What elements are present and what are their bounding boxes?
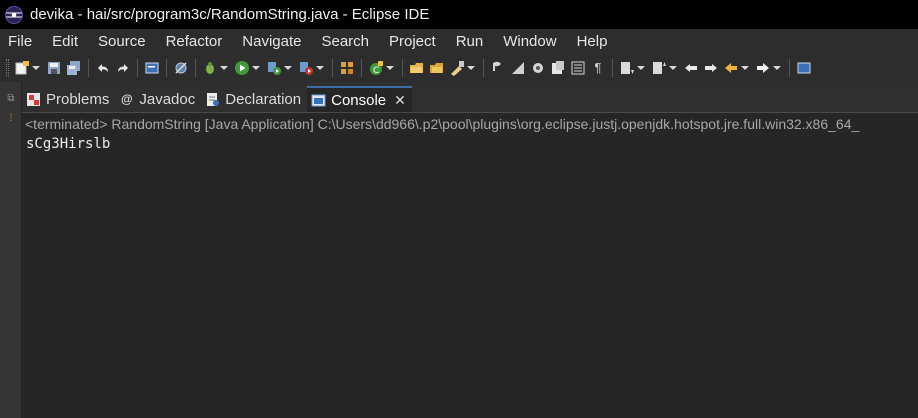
menu-edit[interactable]: Edit bbox=[44, 29, 90, 54]
coverage-dropdown[interactable] bbox=[284, 60, 292, 76]
toggle-mark-occurrences-icon[interactable] bbox=[550, 60, 566, 76]
problems-icon bbox=[26, 92, 41, 107]
new-java-package-icon[interactable] bbox=[339, 60, 355, 76]
last-edit-icon[interactable] bbox=[683, 60, 699, 76]
back-dropdown[interactable] bbox=[741, 60, 749, 76]
save-all-icon[interactable] bbox=[66, 60, 82, 76]
search-dropdown[interactable] bbox=[467, 60, 475, 76]
toolbar-separator bbox=[361, 59, 362, 77]
menu-refactor[interactable]: Refactor bbox=[158, 29, 235, 54]
next-annotation-dropdown[interactable] bbox=[637, 60, 645, 76]
toolbar-separator bbox=[483, 59, 484, 77]
close-icon[interactable]: ✕ bbox=[394, 92, 406, 109]
title-bar: devika - hai/src/program3c/RandomString.… bbox=[0, 0, 918, 29]
menu-project[interactable]: Project bbox=[381, 29, 448, 54]
menu-help[interactable]: Help bbox=[569, 29, 620, 54]
new-window-icon[interactable] bbox=[796, 60, 812, 76]
search-icon[interactable] bbox=[449, 60, 465, 76]
toolbar-separator bbox=[332, 59, 333, 77]
menu-source[interactable]: Source bbox=[90, 29, 158, 54]
debug-icon[interactable] bbox=[202, 60, 218, 76]
toolbar-separator bbox=[402, 59, 403, 77]
toolbar-separator bbox=[137, 59, 138, 77]
console-process-header: <terminated> RandomString [Java Applicat… bbox=[25, 116, 860, 132]
new-dropdown[interactable] bbox=[32, 60, 40, 76]
javadoc-icon: @ bbox=[121, 92, 133, 106]
run-dropdown[interactable] bbox=[252, 60, 260, 76]
console-view: <terminated> RandomString [Java Applicat… bbox=[22, 112, 918, 418]
tab-declaration[interactable]: Declaration bbox=[201, 86, 307, 112]
prev-annotation-icon[interactable] bbox=[651, 60, 667, 76]
back-icon[interactable] bbox=[723, 60, 739, 76]
left-trim-stack: ⧉ ⁞ bbox=[0, 82, 22, 418]
external-tools-icon[interactable] bbox=[298, 60, 314, 76]
toolbar-separator bbox=[612, 59, 613, 77]
tab-javadoc[interactable]: @ Javadoc bbox=[115, 86, 201, 112]
toolbar-separator bbox=[195, 59, 196, 77]
tab-label: Console bbox=[331, 91, 387, 109]
next-annotation-icon[interactable] bbox=[619, 60, 635, 76]
undo-icon[interactable] bbox=[95, 60, 111, 76]
show-whitespace-icon[interactable]: ¶ bbox=[590, 60, 606, 76]
save-icon[interactable] bbox=[46, 60, 62, 76]
tab-label: Declaration bbox=[225, 90, 302, 108]
link-icon[interactable] bbox=[530, 60, 546, 76]
new-class-dropdown[interactable] bbox=[386, 60, 394, 76]
package-explorer-icon[interactable]: ⁞ bbox=[5, 114, 17, 124]
open-task-icon[interactable] bbox=[429, 60, 445, 76]
new-icon[interactable] bbox=[14, 60, 30, 76]
new-java-class-icon[interactable]: C bbox=[368, 60, 384, 76]
skip-breakpoints-icon[interactable] bbox=[173, 60, 189, 76]
external-tools-dropdown[interactable] bbox=[316, 60, 324, 76]
main-toolbar: C ¶ bbox=[0, 54, 918, 82]
menu-file[interactable]: File bbox=[0, 29, 44, 54]
tab-console[interactable]: Console ✕ bbox=[307, 86, 412, 112]
block-selection-icon[interactable] bbox=[570, 60, 586, 76]
terminal-icon[interactable] bbox=[144, 60, 160, 76]
forward-dropdown[interactable] bbox=[773, 60, 781, 76]
toolbar-separator bbox=[789, 59, 790, 77]
eclipse-logo-icon bbox=[5, 5, 23, 24]
debug-dropdown[interactable] bbox=[220, 60, 228, 76]
console-icon bbox=[311, 93, 326, 108]
forward-edit-icon[interactable] bbox=[703, 60, 719, 76]
declaration-icon bbox=[205, 92, 220, 107]
open-type-icon[interactable] bbox=[409, 60, 425, 76]
pin-icon[interactable] bbox=[510, 60, 526, 76]
forward-icon[interactable] bbox=[755, 60, 771, 76]
menu-bar: File Edit Source Refactor Navigate Searc… bbox=[0, 29, 918, 54]
toolbar-separator bbox=[166, 59, 167, 77]
toolbar-grip[interactable] bbox=[6, 59, 9, 77]
menu-run[interactable]: Run bbox=[448, 29, 496, 54]
coverage-icon[interactable] bbox=[266, 60, 282, 76]
tab-label: Problems bbox=[46, 90, 110, 108]
menu-window[interactable]: Window bbox=[495, 29, 568, 54]
menu-navigate[interactable]: Navigate bbox=[234, 29, 313, 54]
menu-search[interactable]: Search bbox=[313, 29, 381, 54]
console-output[interactable]: sCg3Hirslb bbox=[22, 135, 918, 153]
annotation-icon[interactable] bbox=[490, 60, 506, 76]
tab-label: Javadoc bbox=[139, 90, 196, 108]
console-tab-bar: Problems @ Javadoc Declaration Console ✕ bbox=[22, 86, 918, 112]
tab-problems[interactable]: Problems bbox=[22, 86, 115, 112]
redo-icon[interactable] bbox=[115, 60, 131, 76]
restore-icon[interactable]: ⧉ bbox=[5, 94, 17, 104]
prev-annotation-dropdown[interactable] bbox=[669, 60, 677, 76]
toolbar-separator bbox=[88, 59, 89, 77]
window-title: devika - hai/src/program3c/RandomString.… bbox=[30, 6, 430, 23]
svg-text:C: C bbox=[373, 66, 379, 76]
run-icon[interactable] bbox=[234, 60, 250, 76]
